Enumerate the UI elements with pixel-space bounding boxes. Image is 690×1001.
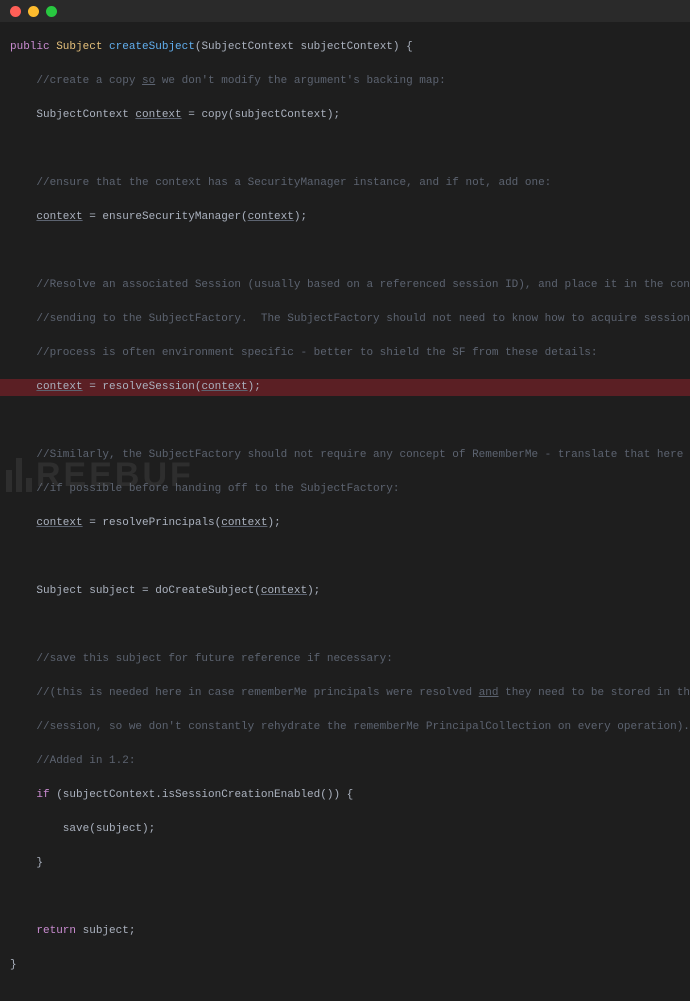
code-line: public Subject createSubject(SubjectCont… xyxy=(10,39,680,56)
code-line: //session, so we don't constantly rehydr… xyxy=(10,719,680,736)
code-text: ); xyxy=(267,517,280,529)
code-editor: public Subject createSubject(SubjectCont… xyxy=(0,22,690,1001)
blank-line xyxy=(10,549,680,566)
comment: we don't modify the argument's backing m… xyxy=(155,75,445,87)
code-text: = resolveSession( xyxy=(83,381,202,393)
indent xyxy=(10,925,36,937)
blank-line xyxy=(10,617,680,634)
comment: they need to be stored in the xyxy=(499,687,690,699)
variable: context xyxy=(201,381,247,393)
comment: //sending to the SubjectFactory. The Sub… xyxy=(10,313,690,325)
minimize-icon[interactable] xyxy=(28,6,39,17)
indent xyxy=(10,381,36,393)
function-name: createSubject xyxy=(109,41,195,53)
code-line: //Added in 1.2: xyxy=(10,753,680,770)
code-text: Subject subject = doCreateSubject( xyxy=(10,585,261,597)
watermark-text: REEBUF xyxy=(36,467,194,484)
code-text: subject; xyxy=(76,925,135,937)
comment: //process is often environment specific … xyxy=(10,347,598,359)
code-line: //(this is needed here in case rememberM… xyxy=(10,685,680,702)
keyword: return xyxy=(36,925,76,937)
code-line: } xyxy=(10,855,680,872)
variable: context xyxy=(36,211,82,223)
code-text: save(subject); xyxy=(10,823,155,835)
code-text: = resolvePrincipals( xyxy=(83,517,222,529)
comment: //(this is needed here in case rememberM… xyxy=(10,687,479,699)
keyword: if xyxy=(36,789,49,801)
comment: //Resolve an associated Session (usually… xyxy=(10,279,690,291)
comment: and xyxy=(479,687,499,699)
comment: so xyxy=(142,75,155,87)
comment: //create a copy xyxy=(10,75,142,87)
code-text: (subjectContext.isSessionCreationEnabled… xyxy=(50,789,354,801)
comment: //Added in 1.2: xyxy=(10,755,135,767)
blank-line xyxy=(10,889,680,906)
code-line: return subject; xyxy=(10,923,680,940)
indent xyxy=(10,517,36,529)
code-text: ); xyxy=(248,381,261,393)
code-line: if (subjectContext.isSessionCreationEnab… xyxy=(10,787,680,804)
watermark-bars-icon xyxy=(6,458,32,492)
code-text: = copy(subjectContext); xyxy=(182,109,340,121)
close-icon[interactable] xyxy=(10,6,21,17)
code-text: SubjectContext xyxy=(10,109,135,121)
variable: context xyxy=(221,517,267,529)
code-text: (SubjectContext subjectContext) { xyxy=(195,41,413,53)
watermark: REEBUF xyxy=(6,458,194,492)
indent xyxy=(10,789,36,801)
blank-line xyxy=(10,243,680,260)
code-text: = ensureSecurityManager( xyxy=(83,211,248,223)
code-line: context = resolvePrincipals(context); xyxy=(10,515,680,532)
code-line: save(subject); xyxy=(10,821,680,838)
code-line: //process is often environment specific … xyxy=(10,345,680,362)
keyword: public xyxy=(10,41,50,53)
code-line: } xyxy=(10,957,680,974)
code-line: //ensure that the context has a Security… xyxy=(10,175,680,192)
variable: context xyxy=(36,517,82,529)
code-line: SubjectContext context = copy(subjectCon… xyxy=(10,107,680,124)
comment: //ensure that the context has a Security… xyxy=(10,177,551,189)
comment: //save this subject for future reference… xyxy=(10,653,393,665)
comment: //session, so we don't constantly rehydr… xyxy=(10,721,690,733)
variable: context xyxy=(36,381,82,393)
code-line: context = ensureSecurityManager(context)… xyxy=(10,209,680,226)
variable: context xyxy=(261,585,307,597)
code-text: } xyxy=(10,857,43,869)
maximize-icon[interactable] xyxy=(46,6,57,17)
code-text: } xyxy=(10,959,17,971)
variable: context xyxy=(135,109,181,121)
titlebar xyxy=(0,0,690,22)
type: Subject xyxy=(50,41,109,53)
blank-line xyxy=(10,413,680,430)
indent xyxy=(10,211,36,223)
code-line: //sending to the SubjectFactory. The Sub… xyxy=(10,311,680,328)
code-line: //Resolve an associated Session (usually… xyxy=(10,277,680,294)
code-text: ); xyxy=(307,585,320,597)
code-line: Subject subject = doCreateSubject(contex… xyxy=(10,583,680,600)
code-text: ); xyxy=(294,211,307,223)
blank-line xyxy=(10,141,680,158)
variable: context xyxy=(248,211,294,223)
code-line: //save this subject for future reference… xyxy=(10,651,680,668)
code-line: //create a copy so we don't modify the a… xyxy=(10,73,680,90)
highlighted-line: context = resolveSession(context); xyxy=(0,379,690,396)
